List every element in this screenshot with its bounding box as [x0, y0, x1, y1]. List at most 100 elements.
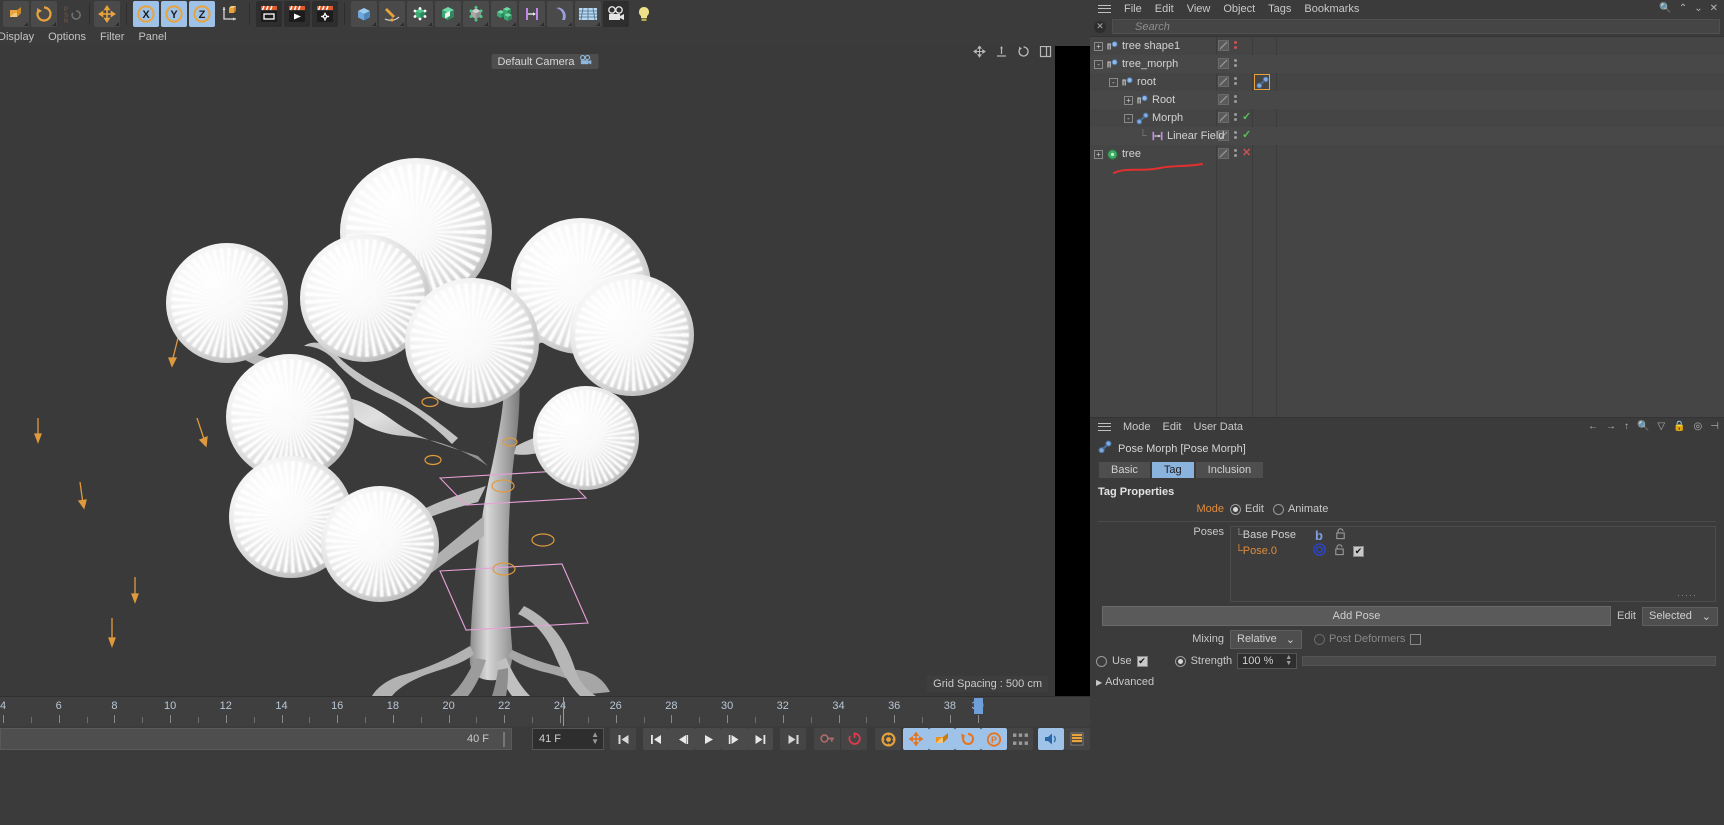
keyframe-selection-button[interactable] — [875, 728, 901, 750]
strength-field[interactable]: 100 % ▲ ▼ — [1237, 653, 1298, 669]
bookmark-up-icon[interactable]: ⌃ — [1679, 3, 1687, 14]
pose-item-base[interactable]: └ Base Pose b — [1231, 527, 1715, 543]
pose-0-enable-checkbox[interactable]: ✔ — [1353, 545, 1364, 557]
x-axis-lock[interactable]: X — [133, 1, 159, 27]
object-row-tree-shape1[interactable]: + tree shape1 — [1090, 37, 1724, 55]
attr-menu-user-data[interactable]: User Data — [1194, 421, 1244, 433]
expand-icon[interactable]: + — [1124, 95, 1133, 105]
viewport-menu-filter[interactable]: Filter — [100, 31, 124, 43]
timeline-current-frame-marker[interactable] — [974, 698, 983, 714]
sound-button[interactable] — [1038, 728, 1064, 750]
post-deformers-checkbox[interactable] — [1410, 633, 1422, 645]
tab-inclusion[interactable]: Inclusion — [1194, 461, 1265, 479]
object-manager-list[interactable]: + tree shape1- tree_morph - root + Root - Morph ✓… — [1090, 36, 1724, 421]
autokeying-button[interactable] — [841, 728, 867, 750]
chevron-right-icon[interactable]: ▶ — [1096, 678, 1102, 687]
range-slider-grip[interactable] — [503, 732, 505, 747]
previous-keyframe-button[interactable] — [643, 728, 669, 750]
viewport-menu-options[interactable]: Options — [48, 31, 86, 43]
tab-tag[interactable]: Tag — [1150, 461, 1195, 479]
strength-slider[interactable] — [1302, 656, 1716, 666]
attr-menu-edit[interactable]: Edit — [1163, 421, 1182, 433]
object-layer-cell[interactable] — [1218, 94, 1229, 105]
bend-deformer-icon[interactable] — [547, 1, 573, 27]
point-level-animation-button[interactable] — [1007, 728, 1033, 750]
object-layer-cell[interactable] — [1218, 58, 1229, 69]
scale-keying-button[interactable] — [929, 728, 955, 750]
floor-environment-icon[interactable] — [575, 1, 601, 27]
filter-icon[interactable]: ▽ — [1657, 421, 1665, 432]
disabled-cross-icon[interactable]: ✕ — [1242, 146, 1251, 159]
animation-layers-button[interactable] — [1064, 728, 1090, 750]
world-coordinate-icon[interactable] — [217, 1, 243, 27]
mograph-cloner-icon[interactable] — [491, 1, 517, 27]
add-pose-button[interactable]: Add Pose — [1102, 606, 1612, 626]
collapse-icon[interactable]: - — [1094, 59, 1103, 69]
object-row-linear-field[interactable]: └ Linear Field ✓ — [1090, 127, 1724, 145]
strength-radio[interactable] — [1174, 655, 1186, 667]
visibility-dots[interactable] — [1234, 95, 1237, 103]
visibility-dots[interactable] — [1234, 41, 1237, 49]
edit-selected-dropdown[interactable]: Selected ⌄ — [1642, 606, 1718, 626]
om-menu-tags[interactable]: Tags — [1268, 3, 1291, 15]
pose-morph-tag-icon[interactable] — [1254, 74, 1270, 90]
attr-menu-mode[interactable]: Mode — [1123, 421, 1151, 433]
object-row-tree[interactable]: + tree ✕ — [1090, 145, 1724, 163]
render-view-icon[interactable] — [256, 1, 282, 27]
lock-icon[interactable]: 🔒 — [1673, 421, 1685, 432]
mode-animate-radio[interactable] — [1272, 503, 1284, 515]
cube-primitive-icon[interactable] — [351, 1, 377, 27]
mode-edit-radio[interactable] — [1230, 503, 1241, 515]
back-arrow-icon[interactable]: ← — [1588, 421, 1598, 432]
camera-icon[interactable] — [603, 1, 629, 27]
pose-0-mode-icon[interactable] — [1313, 543, 1326, 559]
timeline-ruler[interactable]: 46810121416182022242628303234363839 — [0, 696, 1090, 727]
visibility-dots[interactable] — [1234, 113, 1237, 121]
collapse-icon[interactable]: - — [1124, 113, 1133, 123]
om-menu-object[interactable]: Object — [1223, 3, 1255, 15]
pose-0-lock-icon[interactable] — [1334, 543, 1345, 559]
pin-icon[interactable]: ◎ — [1694, 421, 1703, 432]
go-to-end-button[interactable] — [780, 728, 806, 750]
next-frame-button[interactable] — [721, 728, 747, 750]
expand-icon[interactable]: ⊣ — [1710, 421, 1719, 432]
collapse-icon[interactable]: - — [1109, 77, 1118, 87]
object-layer-cell[interactable] — [1218, 148, 1229, 159]
expand-icon[interactable]: + — [1094, 41, 1103, 51]
spline-pen-icon[interactable] — [379, 1, 405, 27]
pose-item-0[interactable]: └ Pose.0 ✔ — [1231, 543, 1715, 559]
render-settings-icon[interactable] — [312, 1, 338, 27]
object-manager-hamburger-icon[interactable] — [1098, 2, 1111, 15]
viewport-menu-panel[interactable]: Panel — [138, 31, 166, 43]
strength-spinner-arrows[interactable]: ▲ ▼ — [1285, 654, 1292, 667]
go-to-start-button[interactable] — [610, 728, 636, 750]
pose-base-mode-icon[interactable]: b — [1315, 528, 1323, 543]
bookmark-down-icon[interactable]: ⌄ — [1694, 3, 1702, 14]
object-row-morph[interactable]: - Morph ✓ — [1090, 109, 1724, 127]
viewport-3d[interactable]: Default Camera Grid Spacing: 500 cm — [0, 46, 1090, 696]
deformer-icon[interactable] — [463, 1, 489, 27]
enabled-check-icon[interactable]: ✓ — [1242, 110, 1251, 123]
search-input[interactable]: Search — [1112, 19, 1720, 34]
generator-icon[interactable] — [407, 1, 433, 27]
light-icon[interactable] — [631, 1, 657, 27]
poses-list[interactable]: └ Base Pose b └ Pose.0 ✔ ····· — [1230, 526, 1716, 602]
use-radio[interactable] — [1096, 655, 1107, 667]
psr-tool[interactable]: PSR — [59, 1, 85, 27]
timeline-playhead[interactable] — [563, 697, 564, 727]
next-keyframe-button[interactable] — [747, 728, 773, 750]
render-to-picture-viewer-icon[interactable] — [284, 1, 310, 27]
advanced-group[interactable]: ▶ Advanced — [1090, 676, 1724, 688]
parameter-keying-button[interactable]: P — [981, 728, 1007, 750]
om-menu-bookmarks[interactable]: Bookmarks — [1304, 3, 1359, 15]
position-keying-button[interactable] — [903, 728, 929, 750]
expand-icon[interactable]: + — [1094, 149, 1103, 159]
object-layer-cell[interactable] — [1218, 76, 1229, 87]
enabled-check-icon[interactable]: ✓ — [1242, 128, 1251, 141]
rotate-tool[interactable] — [31, 1, 57, 27]
visibility-dots[interactable] — [1234, 77, 1237, 85]
poses-list-resize-grip[interactable]: ····· — [1677, 590, 1697, 600]
visibility-dots[interactable] — [1234, 149, 1237, 157]
timeline-range-slider[interactable]: 40 F — [0, 728, 512, 750]
search-icon[interactable]: 🔍 — [1659, 3, 1671, 14]
